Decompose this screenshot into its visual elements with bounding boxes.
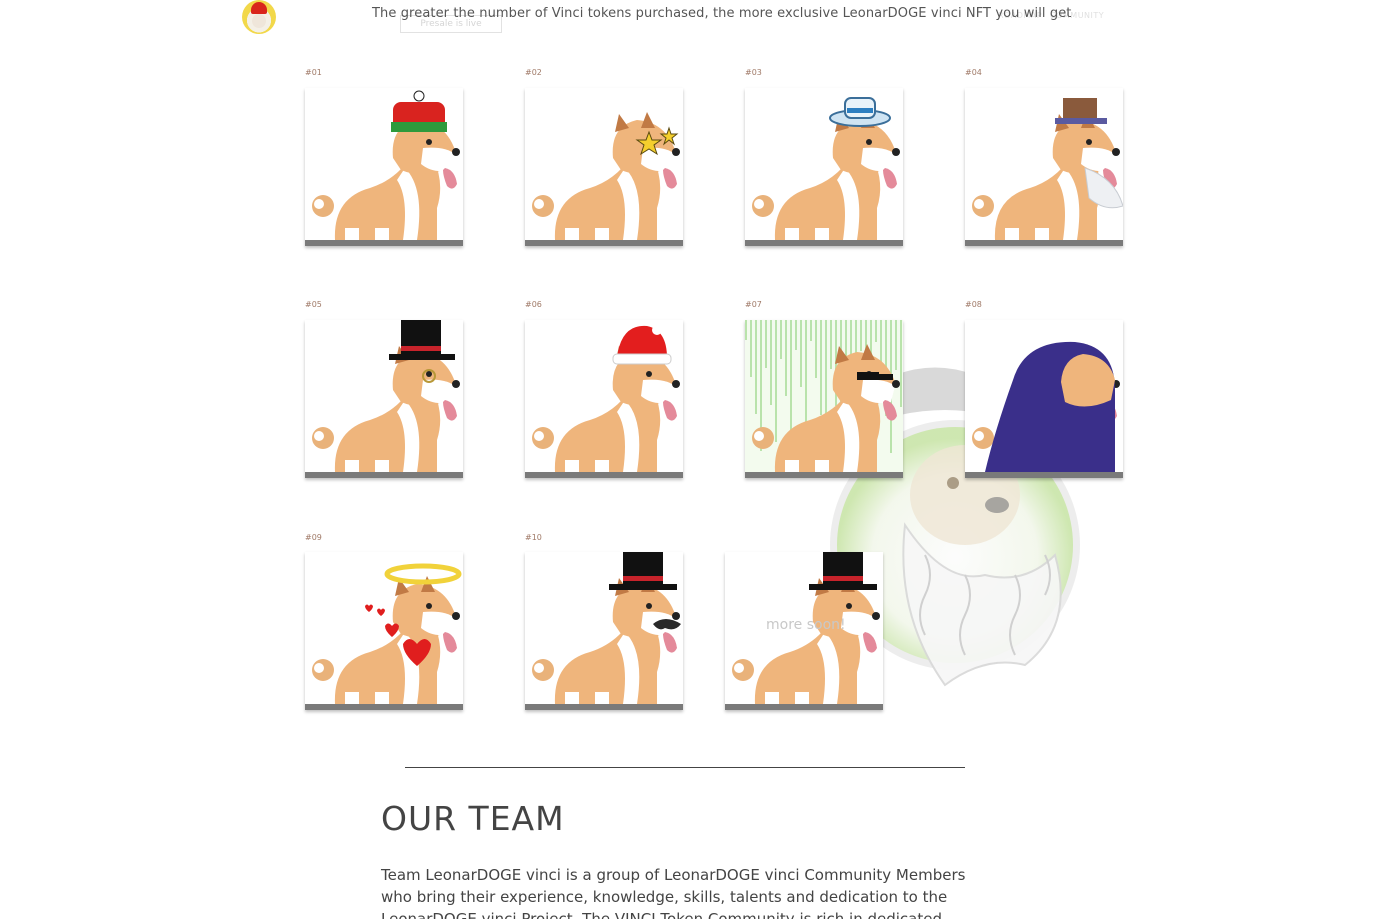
nft-card[interactable] — [745, 88, 903, 246]
doge-nft-image — [532, 552, 681, 704]
nft-number: #04 — [965, 68, 982, 77]
section-divider — [405, 767, 965, 768]
nft-card[interactable] — [525, 552, 683, 710]
nft-tagline: The greater the number of Vinci tokens p… — [372, 6, 1072, 21]
nft-card[interactable] — [525, 320, 683, 478]
doge-nft-image — [532, 325, 680, 472]
nft-number: #05 — [305, 300, 322, 309]
team-title: OUR TEAM — [381, 799, 565, 838]
doge-nft-image — [972, 341, 1120, 472]
nft-number: #07 — [745, 300, 762, 309]
nft-card[interactable] — [305, 552, 463, 710]
nft-card[interactable] — [525, 88, 683, 246]
doge-nft-image — [532, 112, 680, 240]
nft-number: #10 — [525, 533, 542, 542]
logo-hat-icon — [251, 2, 267, 14]
more-soon-label: more soon! — [766, 617, 846, 633]
doge-nft-image — [312, 320, 460, 472]
site-logo[interactable] — [242, 0, 276, 34]
nft-card[interactable] — [305, 88, 463, 246]
nft-card[interactable] — [965, 88, 1123, 246]
nft-number: #06 — [525, 300, 542, 309]
doge-nft-image — [745, 320, 903, 478]
nft-number: #01 — [305, 68, 322, 77]
team-description: Team LeonarDOGE vinci is a group of Leon… — [381, 866, 966, 919]
nft-card[interactable] — [745, 320, 903, 478]
logo-face-icon — [252, 14, 266, 28]
nft-number: #03 — [745, 68, 762, 77]
nft-number: #08 — [965, 300, 982, 309]
nft-card[interactable] — [305, 320, 463, 478]
doge-nft-image — [972, 98, 1123, 240]
nft-card[interactable] — [965, 320, 1123, 478]
doge-nft-image — [752, 97, 900, 240]
page: Presale is live ROADMAP COMMUNITY The gr… — [0, 0, 1378, 919]
doge-nft-image — [312, 563, 462, 704]
nft-number: #02 — [525, 68, 542, 77]
doge-nft-image — [312, 90, 460, 240]
nft-number: #09 — [305, 533, 322, 542]
